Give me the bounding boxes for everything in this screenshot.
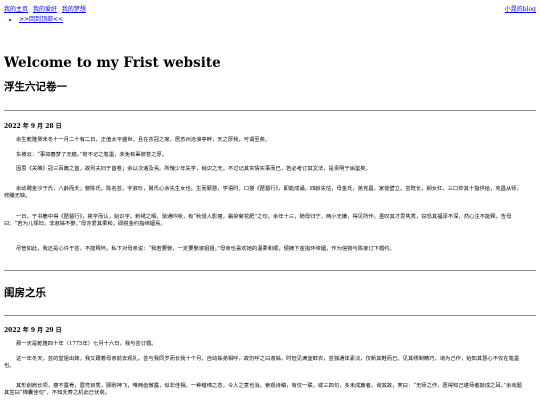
paragraph: 尽管如此，我还是心许于芸，不能释怀。私下对母亲说：“我若要娶，一定要娶淑姐姐。”… [16, 246, 395, 252]
back-to-top-item: >>回到顶部<< [19, 14, 63, 23]
paragraph: 余幼聘金沙于氏，八龄而夭；娶陈氏。陈名芸，字淑珍，舅氏心余先生女也。生而颖慧，学… [4, 186, 522, 199]
paragraph: 因思《关雎》冠三百篇之首，故列夫妇于首卷；余以次递及焉。所愧少年失学，稍识之无，… [16, 166, 371, 172]
paragraph: 其形削肩长项，瘦不露骨，眉弯目秀，顾盼神飞，唯两齿微露，似非佳相。一种缠绵之态，… [4, 383, 522, 396]
nav-link-hobby[interactable]: 我的爱好 [33, 6, 57, 13]
paragraph: 这一年冬天，芸的堂姐出嫁，我又跟着母亲前去观礼。芸与我同岁而长我十个月，自幼姊弟… [4, 356, 520, 369]
paragraph: 东坡云：“事如春梦了无痕。”苟不记之笔墨，未免有辜彼苍之厚。 [16, 152, 168, 158]
back-to-top-list: >>回到顶部<< [10, 14, 63, 23]
paragraph: 一日，于书簏中得《琵琶行》，挨字而认，始识字。刺绣之暇，渐通吟咏，有“秋侵人影瘦… [4, 214, 512, 227]
post-date-2: 2022 年 9 月 29 日 [4, 327, 62, 334]
section-heading-1: 浮生六记卷一 [4, 81, 67, 93]
post-date-1: 2022 年 9 月 28 日 [4, 123, 62, 130]
divider-1 [4, 110, 536, 111]
user-blog-link[interactable]: 小晁的blog [505, 4, 536, 13]
page-title: Welcome to my Frist website [4, 55, 221, 71]
paragraph: 余生乾隆癸未冬十一月二十有二日，正值太平盛世，且在衣冠之家，居苏州沧浪亭畔，天之… [16, 137, 271, 143]
divider-3 [4, 315, 536, 316]
back-to-top-link[interactable]: >>回到顶部<< [19, 16, 63, 23]
nav-link-dream[interactable]: 我的梦想 [62, 6, 86, 13]
divider-2 [4, 270, 536, 271]
nav-link-home[interactable]: 我的主页 [4, 6, 28, 13]
top-nav: 我的主页 我的爱好 我的梦想 [4, 4, 89, 13]
paragraph: 那一天是乾隆四十年（1775年）七月十六日，我与芸订婚。 [16, 341, 157, 347]
section-heading-2: 闺房之乐 [4, 287, 46, 299]
